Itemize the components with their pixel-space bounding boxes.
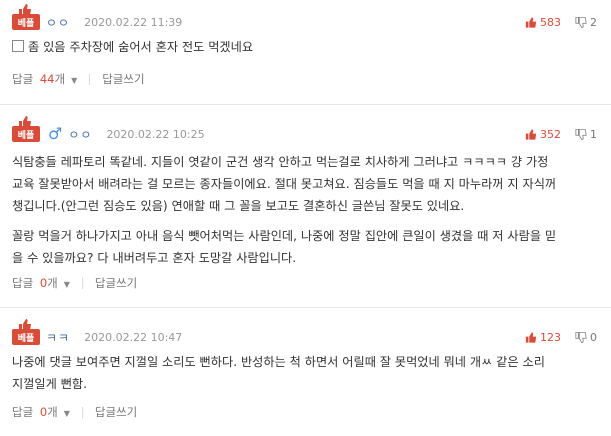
comment-header: 베플 ㅇㅇ 2020.02.22 11:39 583 2	[12, 4, 611, 34]
upvote-button[interactable]: 583	[525, 16, 561, 29]
vote-area: 123 0	[525, 331, 597, 344]
male-icon: ♂	[48, 124, 63, 143]
image-icon	[12, 40, 24, 52]
thumbs-down-icon	[575, 16, 587, 28]
nickname[interactable]: ㅇㅇ	[46, 14, 70, 31]
comment-footer: 답글 44개 ▼ 답글쓰기	[12, 71, 145, 87]
vote-area: 583 2	[525, 16, 597, 29]
write-reply-button[interactable]: 답글쓰기	[95, 275, 137, 291]
divider	[0, 307, 611, 308]
vote-area: 352 1	[525, 128, 597, 141]
comment-date: 2020.02.22 10:47	[84, 330, 183, 344]
comment-2: 베플 ♂ ㅇㅇ 2020.02.22 10:25 352 1 식탐충들 레파토리…	[0, 113, 611, 306]
best-badge: 베플	[12, 4, 40, 30]
nickname[interactable]: ㅋㅋ	[46, 329, 70, 346]
reply-toggle[interactable]: 답글 0개 ▼	[12, 275, 70, 291]
upvote-count: 352	[540, 127, 561, 141]
upvote-button[interactable]: 123	[525, 331, 561, 344]
comment-header: 베플 ♂ ㅇㅇ 2020.02.22 10:25 352 1	[12, 116, 611, 146]
divider	[81, 277, 83, 289]
nickname[interactable]: ㅇㅇ	[68, 126, 92, 143]
write-reply-button[interactable]: 답글쓰기	[95, 404, 137, 420]
downvote-count: 1	[590, 127, 597, 141]
write-reply-button[interactable]: 답글쓰기	[102, 71, 144, 87]
comment-3: 베플 ㅋㅋ 2020.02.22 10:47 123 0 나중에 댓글 보여주면…	[0, 313, 611, 436]
comment-header: 베플 ㅋㅋ 2020.02.22 10:47 123 0	[12, 319, 611, 349]
comment-footer: 답글 0개 ▼ 답글쓰기	[12, 275, 137, 291]
upvote-button[interactable]: 352	[525, 128, 561, 141]
comment-date: 2020.02.22 10:25	[106, 127, 205, 141]
reply-toggle[interactable]: 답글 0개 ▼	[12, 404, 70, 420]
thumbs-up-icon	[525, 331, 537, 343]
best-badge: 베플	[12, 116, 40, 142]
downvote-button[interactable]: 1	[575, 128, 597, 141]
caret-down-icon: ▼	[63, 409, 70, 418]
reply-toggle[interactable]: 답글 44개 ▼	[12, 71, 77, 87]
upvote-count: 583	[540, 15, 561, 29]
best-badge: 베플	[12, 319, 40, 345]
divider	[89, 73, 91, 85]
thumbs-up-icon	[525, 128, 537, 140]
thumbs-up-icon	[19, 116, 31, 128]
thumbs-up-icon	[525, 16, 537, 28]
comment-body: 나중에 댓글 보여주면 지껄일 소리도 뻔하다. 반성하는 척 하면서 어릴때 …	[12, 355, 545, 391]
comment-1: 베플 ㅇㅇ 2020.02.22 11:39 583 2 좀 있음 주차장에 숨…	[0, 0, 611, 99]
thumbs-up-icon	[19, 319, 31, 331]
downvote-count: 2	[590, 15, 597, 29]
thumbs-down-icon	[575, 128, 587, 140]
comment-footer: 답글 0개 ▼ 답글쓰기	[12, 404, 137, 420]
divider	[0, 104, 611, 105]
divider	[81, 406, 83, 418]
downvote-button[interactable]: 0	[575, 331, 597, 344]
upvote-count: 123	[540, 330, 561, 344]
comment-body: 좀 있음 주차장에 숨어서 혼자 전도 먹겠네요	[12, 36, 599, 58]
comment-body: 식탐충들 레파토리 똑같네. 지들이 엿같이 군건 생각 안하고 먹는걸로 치사…	[12, 155, 557, 265]
thumbs-down-icon	[575, 331, 587, 343]
caret-down-icon: ▼	[63, 280, 70, 289]
caret-down-icon: ▼	[71, 76, 78, 85]
thumbs-up-icon	[19, 4, 31, 16]
comment-date: 2020.02.22 11:39	[84, 15, 183, 29]
downvote-count: 0	[590, 330, 597, 344]
downvote-button[interactable]: 2	[575, 16, 597, 29]
